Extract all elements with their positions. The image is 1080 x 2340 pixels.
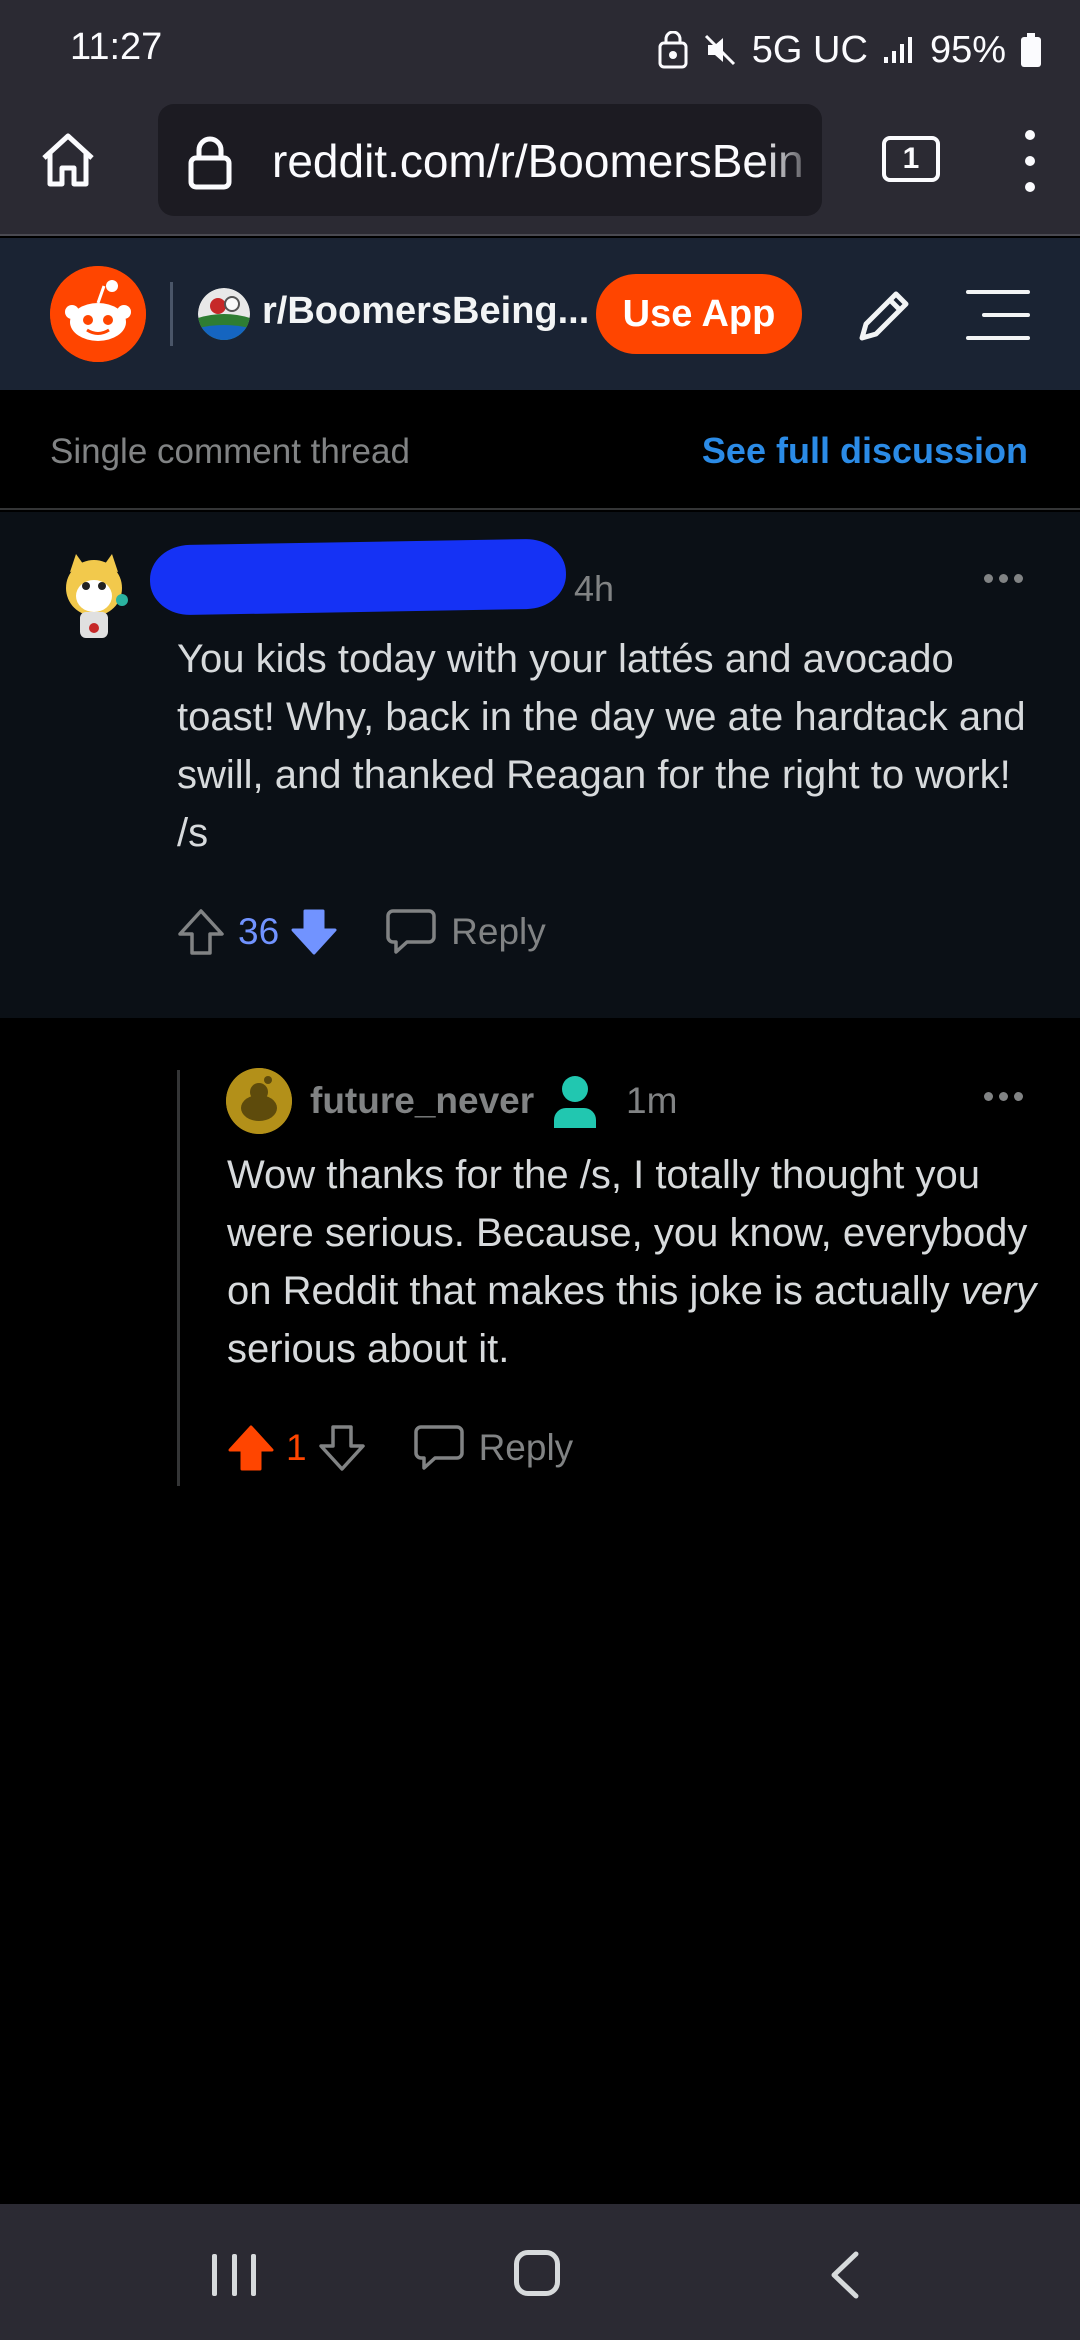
see-full-discussion-link[interactable]: See full discussion bbox=[702, 430, 1028, 472]
network-type: 5G UC bbox=[751, 28, 868, 71]
reply-button[interactable]: Reply bbox=[413, 1423, 574, 1473]
thread-line[interactable] bbox=[177, 1070, 180, 1486]
parent-comment: 4h You kids today with your lattés and a… bbox=[0, 512, 1080, 1018]
single-thread-label: Single comment thread bbox=[50, 432, 410, 471]
system-nav-bar bbox=[0, 2204, 1080, 2340]
recycle-lock-icon bbox=[658, 31, 688, 69]
downvote-icon[interactable] bbox=[317, 1423, 367, 1473]
home-icon[interactable] bbox=[36, 128, 100, 192]
reddit-header: r/BoomersBeing... Use App bbox=[0, 238, 1080, 390]
reply-button[interactable]: Reply bbox=[385, 907, 546, 957]
comment-username[interactable]: future_never bbox=[310, 1080, 534, 1122]
vote-count: 36 bbox=[238, 911, 280, 952]
pencil-icon[interactable] bbox=[852, 284, 916, 348]
status-icons: 5G UC 95% bbox=[658, 24, 1042, 76]
reddit-logo-icon[interactable] bbox=[50, 266, 146, 362]
upvote-icon[interactable] bbox=[226, 1423, 276, 1473]
comment-actions: 36 Reply bbox=[176, 902, 546, 962]
subreddit-icon[interactable] bbox=[198, 288, 250, 340]
reply-label: Reply bbox=[451, 911, 546, 952]
redacted-username bbox=[149, 538, 567, 616]
status-time: 11:27 bbox=[70, 26, 163, 68]
browser-toolbar: reddit.com/r/BoomersBein 1 bbox=[0, 100, 1080, 236]
user-avatar[interactable] bbox=[56, 548, 134, 644]
more-vert-icon[interactable] bbox=[1018, 130, 1042, 192]
battery-icon bbox=[1021, 33, 1041, 67]
url-text[interactable]: reddit.com/r/BoomersBein bbox=[272, 134, 804, 188]
url-bar[interactable]: reddit.com/r/BoomersBein bbox=[158, 104, 822, 216]
upvote-icon[interactable] bbox=[176, 907, 226, 957]
mute-icon bbox=[704, 34, 735, 66]
thread-bar: Single comment thread See full discussio… bbox=[0, 390, 1080, 510]
lock-icon[interactable] bbox=[188, 134, 232, 190]
emphasis-text: very bbox=[960, 1269, 1037, 1313]
comment-time: 4h bbox=[574, 568, 615, 609]
back-icon[interactable] bbox=[826, 2250, 862, 2300]
recents-icon[interactable] bbox=[212, 2254, 256, 2296]
downvote-icon[interactable] bbox=[289, 907, 339, 957]
comment-actions: 1 Reply bbox=[226, 1418, 573, 1478]
status-bar: 11:27 5G UC 95% bbox=[0, 0, 1080, 100]
comment-time: 1m bbox=[626, 1080, 678, 1121]
use-app-button[interactable]: Use App bbox=[596, 274, 802, 354]
header-divider bbox=[170, 282, 173, 346]
op-user-icon bbox=[554, 1076, 596, 1128]
home-nav-icon[interactable] bbox=[514, 2250, 560, 2296]
vote-count: 1 bbox=[286, 1427, 307, 1468]
more-horiz-icon[interactable] bbox=[984, 1092, 1023, 1101]
comment-body: You kids today with your lattés and avoc… bbox=[177, 637, 1026, 855]
comment-body: Wow thanks for the /s, I totally thought… bbox=[227, 1153, 1037, 1371]
url-fade bbox=[762, 104, 822, 216]
tabs-icon[interactable]: 1 bbox=[882, 136, 940, 182]
signal-icon bbox=[883, 37, 912, 63]
comment-icon bbox=[413, 1425, 464, 1470]
battery-percent: 95% bbox=[929, 28, 1006, 71]
more-horiz-icon[interactable] bbox=[984, 574, 1023, 583]
hamburger-icon[interactable] bbox=[966, 290, 1030, 340]
reply-label: Reply bbox=[478, 1427, 574, 1468]
comment-icon bbox=[386, 909, 436, 954]
user-avatar[interactable] bbox=[226, 1068, 292, 1134]
subreddit-name[interactable]: r/BoomersBeing... bbox=[262, 290, 589, 333]
